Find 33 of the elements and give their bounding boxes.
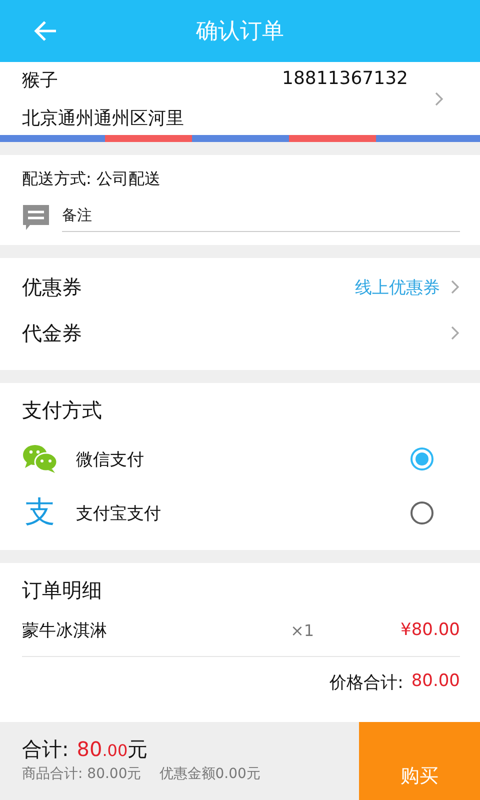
total-amount: 80.00元 [76, 736, 148, 763]
recipient-name: 猴子 [22, 68, 58, 92]
discount-row[interactable]: 代金券 [22, 310, 460, 356]
section-title: 支付方式 [22, 397, 103, 424]
total-value: 80.00 [411, 671, 460, 693]
radio-button[interactable] [410, 447, 434, 471]
chevron-icon [434, 90, 444, 106]
product-name: 蒙牛冰淇淋 [22, 620, 108, 642]
discount-label: 优惠券 [22, 274, 83, 300]
discount-label: 代金券 [22, 320, 83, 346]
window-title: 确认订单 [196, 18, 284, 46]
delivery-method: 配送方式: 公司配送 [22, 169, 162, 190]
discount-row[interactable]: 优惠券 线上优惠券 [22, 264, 460, 310]
chat-bubbles-icon [22, 444, 58, 474]
chevron-icon [450, 325, 460, 341]
payment-option-label: 微信支付 [76, 448, 145, 470]
section-title: 订单明细 [22, 577, 103, 604]
total-label: 合计: [22, 736, 69, 763]
total-label: 价格合计: [330, 672, 404, 694]
note-field[interactable]: 备注 [62, 202, 460, 232]
discount-value: 线上优惠券 [355, 276, 440, 298]
pay-logo-icon: 支 [22, 498, 58, 528]
discount-amount: 优惠金额0.00元 [159, 765, 260, 783]
phone-number: 18811367132 [282, 68, 408, 90]
comment-icon [22, 203, 50, 231]
back-icon[interactable] [34, 20, 58, 42]
goods-total: 商品合计: 80.00元 [22, 765, 142, 783]
quantity: ×1 [290, 620, 316, 640]
address-text: 北京通州通州区河里 [22, 106, 185, 130]
radio-button[interactable] [410, 501, 434, 525]
chevron-icon [450, 279, 460, 295]
price: ¥80.00 [400, 620, 460, 640]
payment-option-label: 支付宝支付 [76, 502, 162, 524]
